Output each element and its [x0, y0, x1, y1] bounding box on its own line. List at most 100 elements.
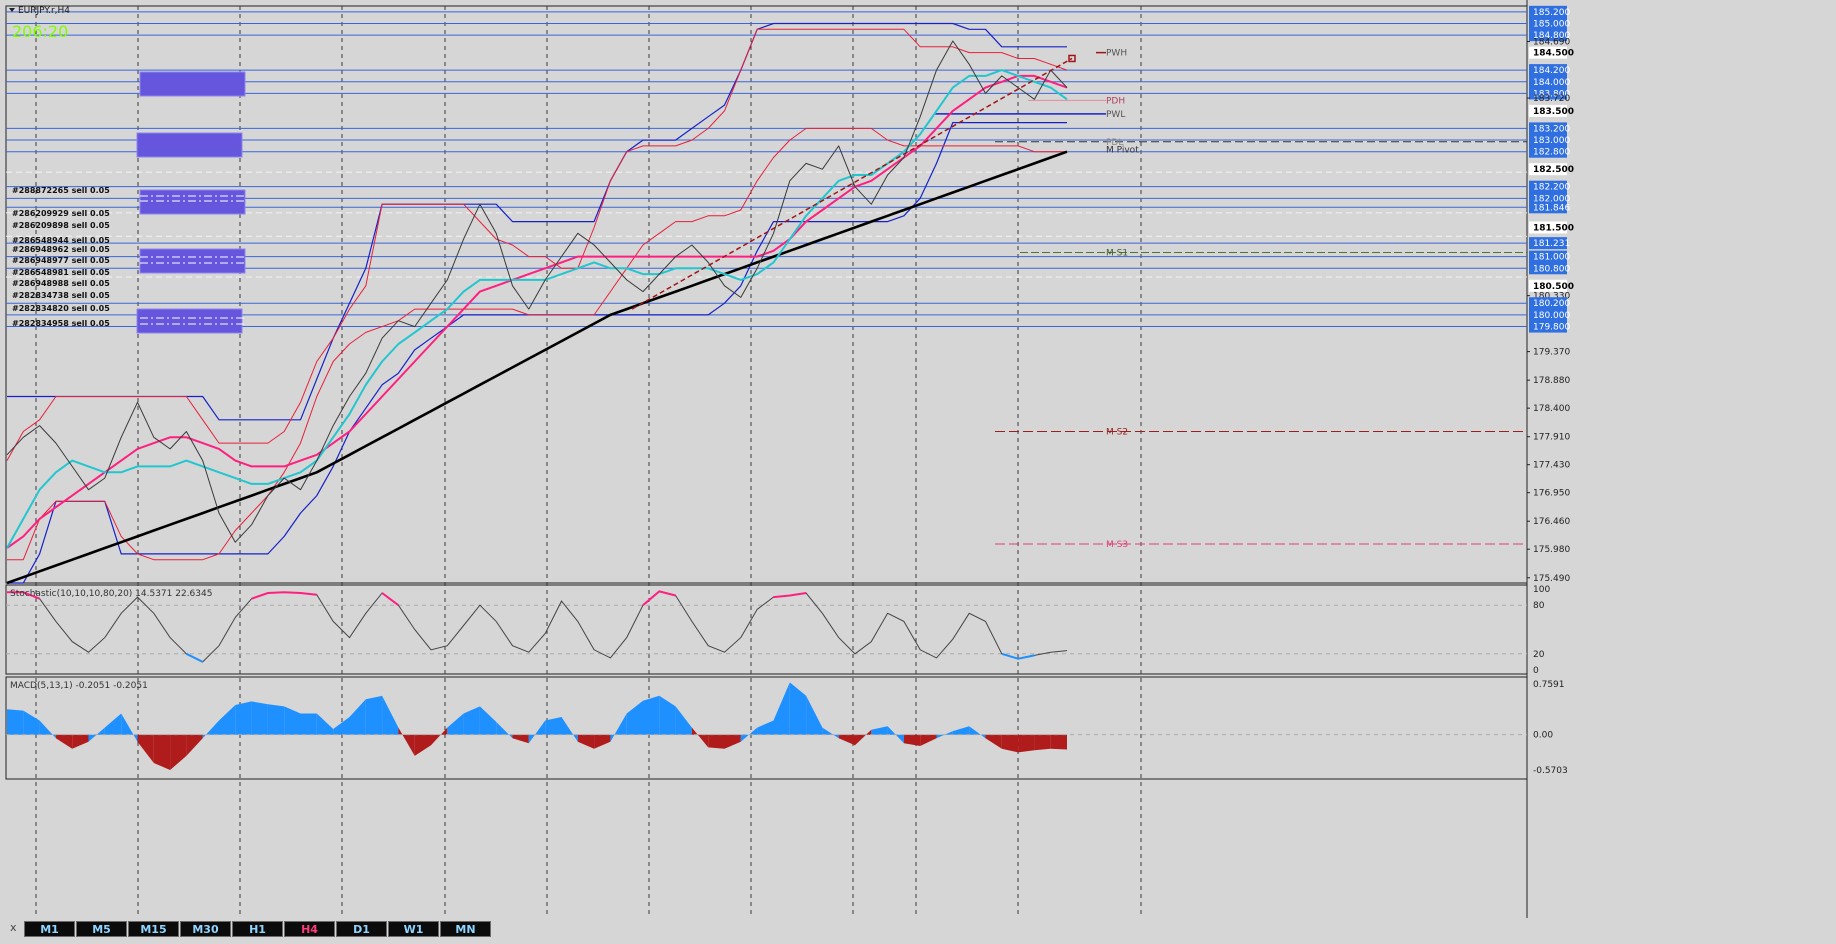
macd-area-segment: [985, 734, 1002, 749]
order-label: #286948988 sell 0.05: [12, 279, 110, 288]
macd-tick: 0.00: [1533, 731, 1553, 741]
order-label: #286209898 sell 0.05: [12, 221, 110, 230]
price-label: 180.200: [1533, 299, 1570, 309]
macd-area-segment: [153, 734, 171, 770]
macd-area-segment: [1034, 734, 1051, 751]
macd-area-segment: [512, 734, 529, 744]
macd-area-segment: [822, 727, 839, 739]
stochastic-extreme-segment: [381, 592, 399, 607]
order-zone: [136, 132, 243, 158]
order-label: #282834958 sell 0.05: [12, 319, 110, 328]
stochastic-line: [7, 590, 1068, 663]
macd-area-segment: [855, 729, 872, 746]
macd-area-segment: [137, 734, 154, 763]
macd-area-segment: [7, 709, 24, 735]
order-zone: [139, 71, 246, 97]
macd-area-segment: [659, 695, 676, 735]
macd-area-segment: [920, 734, 937, 746]
macd-area-segment: [838, 734, 855, 746]
macd-area-segment: [496, 721, 513, 739]
pivot-label: PWL: [1106, 110, 1125, 120]
stochastic-extreme-segment: [251, 591, 317, 600]
macd-area-segment: [969, 726, 986, 739]
macd-area-segment: [333, 717, 350, 735]
macd-area-segment: [594, 734, 611, 749]
macd-area-segment: [724, 734, 741, 749]
stochastic-extreme-segment: [773, 592, 807, 599]
close-icon[interactable]: x: [10, 921, 17, 934]
chart-window: PWH PDH PWL PDL M Pivot M S1 M S2 M S3 #28887226…: [0, 0, 1836, 944]
macd-area-segment: [1018, 734, 1035, 753]
order-zone: [139, 189, 246, 215]
macd-area-segment: [72, 734, 89, 749]
macd-area-segment: [219, 705, 236, 735]
macd-area-segment: [773, 682, 790, 735]
price-label: 183.500: [1533, 107, 1574, 117]
timeframe-button-d1[interactable]: D1: [336, 921, 387, 937]
stochastic-tick: 100: [1533, 585, 1550, 595]
price-label: 180.500: [1533, 282, 1574, 292]
stochastic-tick: 80: [1533, 601, 1545, 611]
timeframe-button-w1[interactable]: W1: [388, 921, 439, 937]
macd-area-segment: [610, 713, 627, 742]
price-label: 179.370: [1533, 348, 1570, 358]
timeframe-button-m15[interactable]: M15: [128, 921, 179, 937]
macd-area-segment: [691, 727, 709, 748]
timeframe-button-m5[interactable]: M5: [76, 921, 127, 937]
order-zone: [136, 308, 243, 334]
price-label: 185.200: [1533, 8, 1570, 18]
chart-canvas[interactable]: PWHPDHPWLPDLM PivotM S1M S2M S3#28887226…: [0, 0, 1836, 944]
macd-area-segment: [300, 713, 317, 735]
macd-area-segment: [643, 695, 660, 735]
timeframe-button-mn[interactable]: MN: [440, 921, 491, 937]
macd-area-segment: [316, 713, 334, 735]
pivot-label: M S3: [1106, 540, 1128, 550]
timeframe-bar: x M1 M5 M15 M30 H1 H4 D1 W1 MN: [0, 918, 1790, 944]
macd-area-segment: [267, 704, 285, 735]
macd-tick: -0.5703: [1533, 766, 1568, 776]
macd-area-segment: [55, 734, 73, 749]
macd-area-segment: [479, 706, 497, 735]
pivot-label: PDH: [1106, 96, 1125, 106]
price-label: 180.800: [1533, 264, 1570, 274]
pivot-label: M S1: [1106, 249, 1128, 259]
price-label: 184.200: [1533, 66, 1570, 76]
macd-area-segment: [382, 695, 399, 735]
pivot-label: PWH: [1106, 49, 1127, 59]
price-label: 175.980: [1533, 545, 1570, 555]
price-label: 184.000: [1533, 78, 1570, 88]
stochastic-tick: 0: [1533, 666, 1539, 676]
price-label: 178.400: [1533, 404, 1570, 414]
order-label: #286209929 sell 0.05: [12, 209, 110, 218]
macd-area-segment: [675, 706, 692, 735]
macd-area-segment: [577, 734, 595, 749]
timeframe-button-h4[interactable]: H4: [284, 921, 335, 937]
macd-area-segment: [202, 720, 219, 739]
macd-area-segment: [414, 734, 431, 756]
macd-label: MACD(5,13,1) -0.2051 -0.2051: [10, 681, 148, 691]
timeframe-button-h1[interactable]: H1: [232, 921, 283, 937]
price-label: 175.490: [1533, 574, 1570, 584]
stochastic-extreme-segment: [642, 590, 676, 606]
price-label: 176.950: [1533, 489, 1570, 499]
macd-area-segment: [1001, 734, 1019, 753]
price-label: 180.000: [1533, 311, 1570, 321]
macd-area-segment: [398, 727, 415, 756]
macd-area-segment: [545, 717, 562, 735]
macd-area-segment: [251, 701, 268, 735]
order-label: #288872265 sell 0.05: [12, 186, 110, 195]
price-label: 182.800: [1533, 148, 1570, 158]
macd-area-segment: [561, 717, 578, 742]
timeframe-button-m1[interactable]: M1: [24, 921, 75, 937]
order-label: #282834820 sell 0.05: [12, 304, 110, 313]
price-label: 181.000: [1533, 253, 1570, 263]
order-label: #286548944 sell 0.05: [12, 236, 110, 245]
macd-tick: 0.7591: [1533, 680, 1565, 690]
macd-area-segment: [235, 701, 252, 735]
price-label: 179.800: [1533, 323, 1570, 333]
timeframe-button-m30[interactable]: M30: [180, 921, 231, 937]
macd-area-segment: [23, 710, 40, 735]
macd-area-segment: [708, 734, 725, 749]
stochastic-tick: 20: [1533, 650, 1545, 660]
price-label: 176.460: [1533, 517, 1570, 527]
